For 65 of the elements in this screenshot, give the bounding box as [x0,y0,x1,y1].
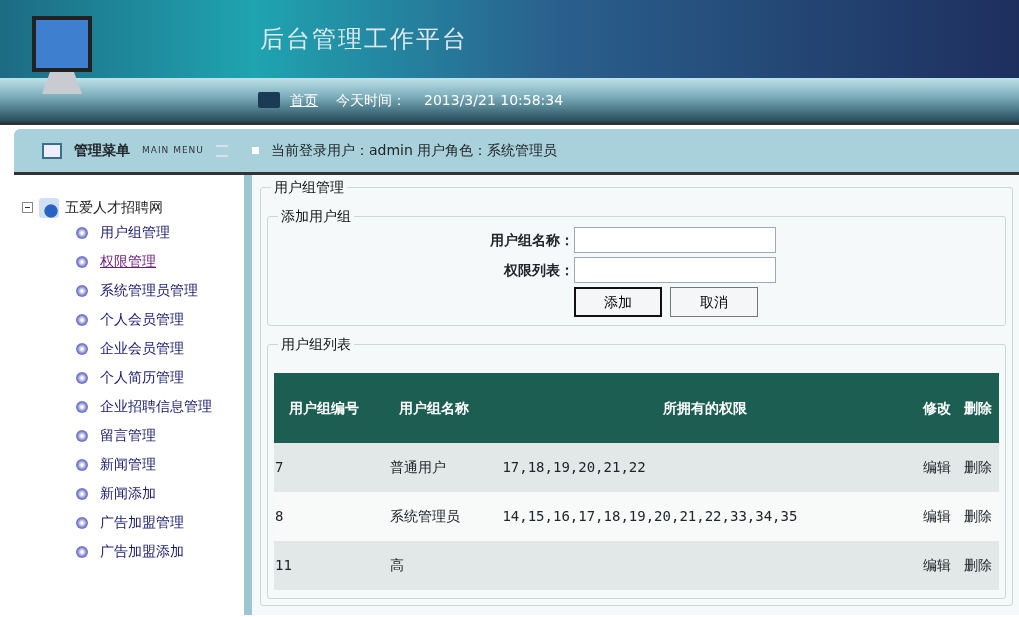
table-cell: 7 [274,443,374,492]
list-icon [215,144,228,157]
sidebar-link[interactable]: 个人会员管理 [100,309,184,330]
column-header: 所拥有的权限 [494,373,916,443]
column-header: 删除 [957,373,999,443]
help-icon [76,487,88,500]
home-icon [258,92,280,108]
help-icon [76,255,88,268]
sidebar-link[interactable]: 新闻添加 [100,483,156,504]
input-field[interactable] [574,227,776,253]
help-icon [76,545,88,558]
table-cell: 11 [274,541,374,590]
table-cell: 普通用户 [373,443,495,492]
delete-link[interactable]: 删除 [957,541,999,590]
form-title: 添加用户组 [280,207,352,226]
login-info: 当前登录用户：admin 用户角色：系统管理员 [270,141,558,160]
help-icon [76,342,88,355]
delete-link[interactable]: 删除 [957,492,999,541]
time-label: 今天时间： [336,90,406,110]
list-title: 用户组列表 [280,335,352,354]
help-icon [76,458,88,471]
field-label: 权限列表： [503,260,574,280]
sidebar-link[interactable]: 企业招聘信息管理 [100,396,212,417]
help-icon [76,516,88,529]
panel-title: 用户组管理 [273,178,345,197]
sidebar-link[interactable]: 个人简历管理 [100,367,184,388]
tree-root-label[interactable]: 五爱人才招聘网 [65,197,163,218]
expand-icon[interactable] [22,202,33,213]
time-value: 2013/3/21 10:58:34 [424,90,564,110]
table-cell: 高 [373,541,495,590]
sidebar-link[interactable]: 企业会员管理 [100,338,184,359]
menu-title: 管理菜单 [74,141,130,160]
input-field[interactable] [574,257,776,283]
form-button[interactable]: 取消 [670,287,758,317]
column-header: 用户组名称 [373,373,495,443]
help-icon [76,429,88,442]
field-label: 用户组名称： [489,230,574,250]
table-cell: 14,15,16,17,18,19,20,21,22,33,34,35 [494,492,916,541]
header-title: 后台管理工作平台 [260,24,468,55]
column-header: 修改 [915,373,958,443]
table-cell: 17,18,19,20,21,22 [494,443,916,492]
sidebar-link[interactable]: 广告加盟管理 [100,512,184,533]
column-header: 用户组编号 [274,373,374,443]
help-icon [76,371,88,384]
help-icon [76,284,88,297]
sidebar-link[interactable]: 权限管理 [100,251,156,272]
edit-link[interactable]: 编辑 [915,541,958,590]
globe-icon [39,197,59,218]
delete-link[interactable]: 删除 [957,443,999,492]
panel-icon [42,142,62,159]
help-icon [76,226,88,239]
table-cell: 系统管理员 [373,492,495,541]
menu-subtitle: MAIN MENU [142,143,204,157]
bullet-icon [251,147,259,154]
help-icon [76,313,88,326]
table-cell: 8 [274,492,374,541]
form-button[interactable]: 添加 [574,287,662,317]
sidebar-link[interactable]: 新闻管理 [100,454,156,475]
edit-link[interactable]: 编辑 [915,492,958,541]
sidebar-link[interactable]: 留言管理 [100,425,156,446]
sidebar-link[interactable]: 用户组管理 [100,222,170,243]
help-icon [76,400,88,413]
sidebar-link[interactable]: 广告加盟添加 [100,541,184,562]
edit-link[interactable]: 编辑 [915,443,958,492]
sidebar-link[interactable]: 系统管理员管理 [100,280,198,301]
